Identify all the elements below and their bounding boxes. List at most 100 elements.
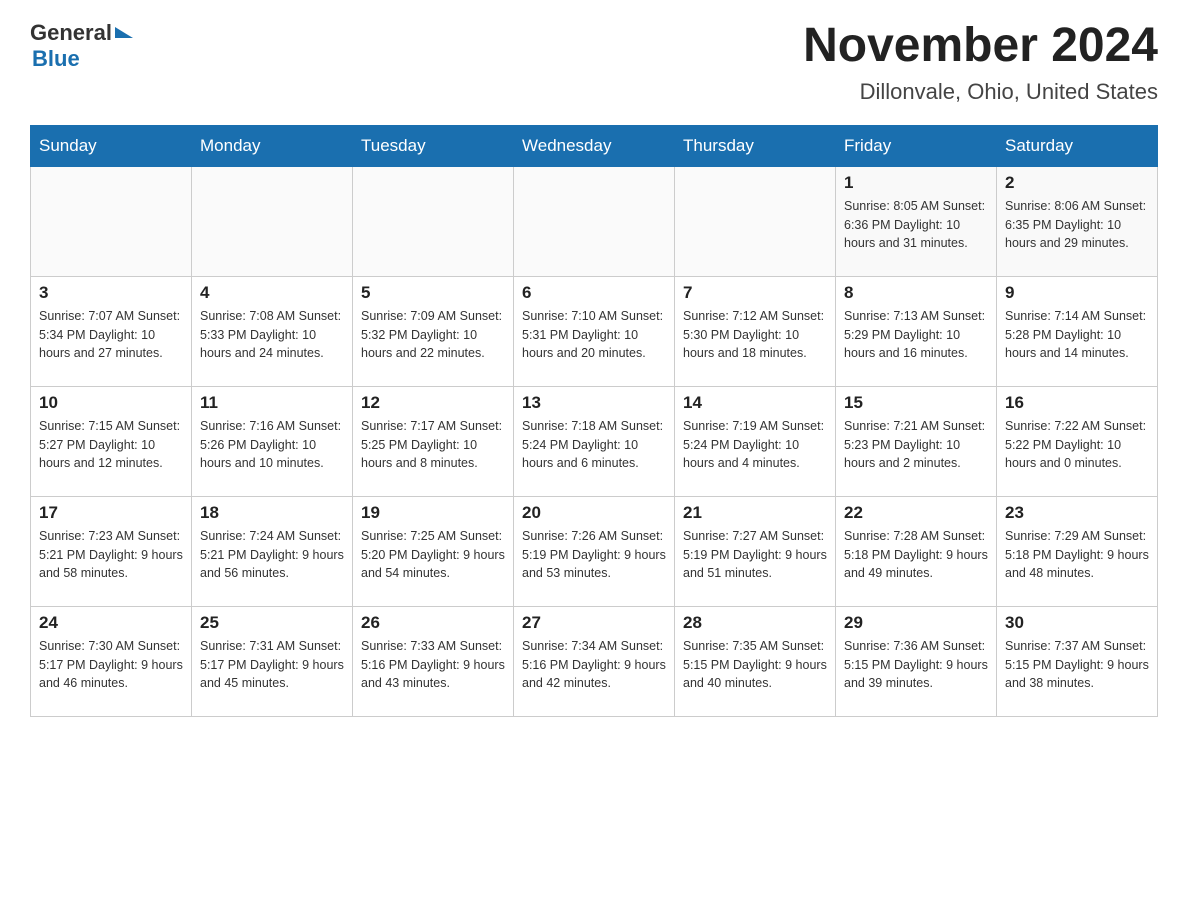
day-info: Sunrise: 7:15 AM Sunset: 5:27 PM Dayligh… (39, 417, 183, 473)
calendar-cell: 16 Sunrise: 7:22 AM Sunset: 5:22 PM Dayli… (997, 386, 1158, 496)
day-info: Sunrise: 7:37 AM Sunset: 5:15 PM Dayligh… (1005, 637, 1149, 693)
calendar-header-row: SundayMondayTuesdayWednesdayThursdayFrid… (31, 125, 1158, 166)
day-number: 22 (844, 503, 988, 523)
day-info: Sunrise: 7:33 AM Sunset: 5:16 PM Dayligh… (361, 637, 505, 693)
day-info: Sunrise: 7:29 AM Sunset: 5:18 PM Dayligh… (1005, 527, 1149, 583)
day-info: Sunrise: 7:34 AM Sunset: 5:16 PM Dayligh… (522, 637, 666, 693)
day-number: 26 (361, 613, 505, 633)
calendar-cell: 11 Sunrise: 7:16 AM Sunset: 5:26 PM Dayli… (192, 386, 353, 496)
calendar-cell: 8 Sunrise: 7:13 AM Sunset: 5:29 PM Daylig… (836, 276, 997, 386)
calendar-cell: 26 Sunrise: 7:33 AM Sunset: 5:16 PM Dayli… (353, 606, 514, 716)
calendar-cell (31, 166, 192, 276)
calendar-cell: 10 Sunrise: 7:15 AM Sunset: 5:27 PM Dayli… (31, 386, 192, 496)
logo-blue-text: Blue (32, 46, 80, 72)
day-number: 10 (39, 393, 183, 413)
calendar-week-row: 3 Sunrise: 7:07 AM Sunset: 5:34 PM Daylig… (31, 276, 1158, 386)
calendar-week-row: 10 Sunrise: 7:15 AM Sunset: 5:27 PM Dayli… (31, 386, 1158, 496)
day-number: 27 (522, 613, 666, 633)
day-number: 3 (39, 283, 183, 303)
calendar-cell: 9 Sunrise: 7:14 AM Sunset: 5:28 PM Daylig… (997, 276, 1158, 386)
logo-arrow-icon (115, 27, 133, 38)
day-number: 29 (844, 613, 988, 633)
day-number: 8 (844, 283, 988, 303)
calendar-table: SundayMondayTuesdayWednesdayThursdayFrid… (30, 125, 1158, 717)
day-info: Sunrise: 7:22 AM Sunset: 5:22 PM Dayligh… (1005, 417, 1149, 473)
day-info: Sunrise: 7:16 AM Sunset: 5:26 PM Dayligh… (200, 417, 344, 473)
calendar-cell: 24 Sunrise: 7:30 AM Sunset: 5:17 PM Dayli… (31, 606, 192, 716)
day-number: 28 (683, 613, 827, 633)
day-number: 23 (1005, 503, 1149, 523)
day-info: Sunrise: 7:08 AM Sunset: 5:33 PM Dayligh… (200, 307, 344, 363)
calendar-cell: 15 Sunrise: 7:21 AM Sunset: 5:23 PM Dayli… (836, 386, 997, 496)
day-info: Sunrise: 7:30 AM Sunset: 5:17 PM Dayligh… (39, 637, 183, 693)
location-title: Dillonvale, Ohio, United States (803, 79, 1158, 105)
day-number: 9 (1005, 283, 1149, 303)
day-number: 12 (361, 393, 505, 413)
calendar-week-row: 1 Sunrise: 8:05 AM Sunset: 6:36 PM Daylig… (31, 166, 1158, 276)
column-header-saturday: Saturday (997, 125, 1158, 166)
calendar-cell: 12Sunrise: 7:17 AM Sunset: 5:25 PM Dayli… (353, 386, 514, 496)
day-number: 1 (844, 173, 988, 193)
day-number: 4 (200, 283, 344, 303)
title-block: November 2024 Dillonvale, Ohio, United S… (803, 20, 1158, 105)
day-number: 19 (361, 503, 505, 523)
page-header: General Blue November 2024 Dillonvale, O… (30, 20, 1158, 105)
day-number: 7 (683, 283, 827, 303)
column-header-sunday: Sunday (31, 125, 192, 166)
day-number: 16 (1005, 393, 1149, 413)
day-number: 11 (200, 393, 344, 413)
day-info: Sunrise: 7:26 AM Sunset: 5:19 PM Dayligh… (522, 527, 666, 583)
calendar-cell: 19Sunrise: 7:25 AM Sunset: 5:20 PM Dayli… (353, 496, 514, 606)
calendar-cell: 17 Sunrise: 7:23 AM Sunset: 5:21 PM Dayli… (31, 496, 192, 606)
day-info: Sunrise: 7:07 AM Sunset: 5:34 PM Dayligh… (39, 307, 183, 363)
day-info: Sunrise: 7:19 AM Sunset: 5:24 PM Dayligh… (683, 417, 827, 473)
day-info: Sunrise: 7:36 AM Sunset: 5:15 PM Dayligh… (844, 637, 988, 693)
calendar-cell: 20 Sunrise: 7:26 AM Sunset: 5:19 PM Dayli… (514, 496, 675, 606)
day-info: Sunrise: 7:12 AM Sunset: 5:30 PM Dayligh… (683, 307, 827, 363)
day-number: 5 (361, 283, 505, 303)
calendar-cell (192, 166, 353, 276)
day-number: 2 (1005, 173, 1149, 193)
day-info: Sunrise: 7:24 AM Sunset: 5:21 PM Dayligh… (200, 527, 344, 583)
day-info: Sunrise: 7:14 AM Sunset: 5:28 PM Dayligh… (1005, 307, 1149, 363)
calendar-cell: 2 Sunrise: 8:06 AM Sunset: 6:35 PM Daylig… (997, 166, 1158, 276)
day-info: Sunrise: 7:28 AM Sunset: 5:18 PM Dayligh… (844, 527, 988, 583)
calendar-cell: 14 Sunrise: 7:19 AM Sunset: 5:24 PM Dayli… (675, 386, 836, 496)
day-info: Sunrise: 7:21 AM Sunset: 5:23 PM Dayligh… (844, 417, 988, 473)
day-info: Sunrise: 8:06 AM Sunset: 6:35 PM Dayligh… (1005, 197, 1149, 253)
day-number: 17 (39, 503, 183, 523)
month-title: November 2024 (803, 20, 1158, 73)
day-number: 25 (200, 613, 344, 633)
calendar-cell: 27 Sunrise: 7:34 AM Sunset: 5:16 PM Dayli… (514, 606, 675, 716)
day-info: Sunrise: 7:23 AM Sunset: 5:21 PM Dayligh… (39, 527, 183, 583)
day-number: 24 (39, 613, 183, 633)
day-info: Sunrise: 7:13 AM Sunset: 5:29 PM Dayligh… (844, 307, 988, 363)
logo: General Blue (30, 20, 133, 72)
calendar-cell: 5 Sunrise: 7:09 AM Sunset: 5:32 PM Daylig… (353, 276, 514, 386)
calendar-cell: 7 Sunrise: 7:12 AM Sunset: 5:30 PM Daylig… (675, 276, 836, 386)
column-header-tuesday: Tuesday (353, 125, 514, 166)
day-info: Sunrise: 7:27 AM Sunset: 5:19 PM Dayligh… (683, 527, 827, 583)
calendar-cell: 23 Sunrise: 7:29 AM Sunset: 5:18 PM Dayli… (997, 496, 1158, 606)
day-number: 15 (844, 393, 988, 413)
column-header-wednesday: Wednesday (514, 125, 675, 166)
calendar-cell (675, 166, 836, 276)
calendar-cell: 13Sunrise: 7:18 AM Sunset: 5:24 PM Dayli… (514, 386, 675, 496)
day-number: 14 (683, 393, 827, 413)
calendar-week-row: 17 Sunrise: 7:23 AM Sunset: 5:21 PM Dayli… (31, 496, 1158, 606)
calendar-week-row: 24 Sunrise: 7:30 AM Sunset: 5:17 PM Dayli… (31, 606, 1158, 716)
column-header-thursday: Thursday (675, 125, 836, 166)
calendar-cell: 21 Sunrise: 7:27 AM Sunset: 5:19 PM Dayli… (675, 496, 836, 606)
calendar-cell: 4 Sunrise: 7:08 AM Sunset: 5:33 PM Daylig… (192, 276, 353, 386)
day-info: Sunrise: 7:18 AM Sunset: 5:24 PM Dayligh… (522, 417, 666, 473)
day-info: Sunrise: 7:09 AM Sunset: 5:32 PM Dayligh… (361, 307, 505, 363)
day-number: 21 (683, 503, 827, 523)
calendar-cell: 30Sunrise: 7:37 AM Sunset: 5:15 PM Dayli… (997, 606, 1158, 716)
column-header-monday: Monday (192, 125, 353, 166)
column-header-friday: Friday (836, 125, 997, 166)
calendar-cell: 25Sunrise: 7:31 AM Sunset: 5:17 PM Dayli… (192, 606, 353, 716)
day-number: 6 (522, 283, 666, 303)
day-info: Sunrise: 8:05 AM Sunset: 6:36 PM Dayligh… (844, 197, 988, 253)
day-number: 20 (522, 503, 666, 523)
calendar-cell: 28Sunrise: 7:35 AM Sunset: 5:15 PM Dayli… (675, 606, 836, 716)
